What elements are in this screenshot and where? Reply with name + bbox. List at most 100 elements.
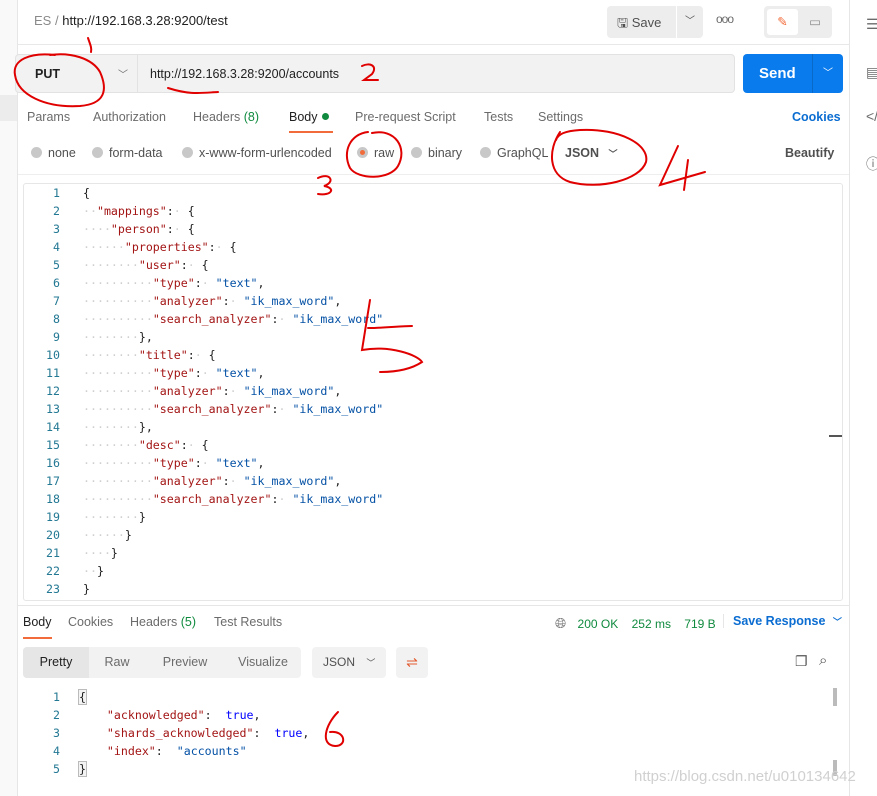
line-number: 13: [46, 402, 60, 416]
radio-form-data[interactable]: form-data: [92, 146, 163, 160]
search-icon[interactable]: ⌕: [819, 652, 827, 669]
radio-urlencoded[interactable]: x-www-form-urlencoded: [182, 146, 332, 160]
more-options-button[interactable]: ooo: [716, 12, 734, 26]
beautify-link[interactable]: Beautify: [785, 146, 834, 160]
annotation-1-stroke: [87, 37, 93, 53]
globe-icon[interactable]: 🌐︎: [555, 615, 566, 631]
body-format-select[interactable]: JSON ﹀: [565, 146, 618, 160]
save-response-button[interactable]: Save Response ﹀: [723, 614, 842, 628]
response-tab-test-results[interactable]: Test Results: [214, 615, 282, 629]
right-sidebar: ☰ ▤ </ ⓘ: [849, 0, 877, 796]
info-icon[interactable]: ⓘ: [866, 154, 877, 174]
code-line: {: [78, 689, 87, 705]
breadcrumb-separator: /: [54, 13, 59, 28]
edit-pencil-icon[interactable]: ✎: [767, 9, 798, 35]
line-number: 15: [46, 438, 60, 452]
save-dropdown-chevron-icon[interactable]: ﹀: [676, 6, 703, 38]
code-line: {: [83, 186, 90, 200]
line-number: 21: [46, 546, 60, 560]
code-icon[interactable]: </: [866, 108, 877, 124]
response-scrollbar[interactable]: [833, 688, 837, 706]
response-time[interactable]: 252 ms: [632, 617, 671, 631]
line-number: 22: [46, 564, 60, 578]
code-line: ········}: [83, 510, 146, 524]
method-value: PUT: [35, 67, 60, 81]
radio-binary-label: binary: [428, 146, 463, 160]
active-tab-underline: [289, 131, 333, 133]
response-tab-body[interactable]: Body: [23, 615, 52, 629]
cookies-link[interactable]: Cookies: [792, 110, 841, 124]
response-tab-headers[interactable]: Headers (5): [130, 615, 196, 629]
editor-scrollbar[interactable]: [829, 435, 842, 437]
view-raw[interactable]: Raw: [89, 647, 145, 678]
method-select[interactable]: PUT ﹀: [15, 54, 138, 93]
line-number: 1: [53, 186, 60, 200]
code-line: ··"mappings":· {: [83, 204, 195, 218]
code-line: ··········"search_analyzer":· "ik_max_wo…: [83, 312, 384, 326]
tab-body[interactable]: Body: [289, 110, 329, 124]
documentation-icon[interactable]: ☰: [866, 16, 877, 33]
comments-icon[interactable]: ▤: [866, 64, 877, 81]
code-line: "acknowledged": true,: [106, 708, 261, 722]
code-line: ··········"type":· "text",: [83, 276, 265, 290]
tab-body-label: Body: [289, 110, 318, 124]
response-size[interactable]: 719 B: [684, 617, 715, 631]
wrap-lines-icon[interactable]: ⇌: [396, 647, 428, 678]
line-number: 3: [53, 222, 60, 236]
response-tab-headers-label: Headers: [130, 615, 178, 629]
tab-pre-request-script[interactable]: Pre-request Script: [355, 110, 456, 124]
view-preview[interactable]: Preview: [145, 647, 225, 678]
send-dropdown-chevron-icon[interactable]: ﹀: [812, 54, 843, 93]
line-number: 5: [53, 258, 60, 272]
line-number: 7: [53, 294, 60, 308]
response-tab-cookies[interactable]: Cookies: [68, 615, 113, 629]
tab-params[interactable]: Params: [27, 110, 70, 124]
radio-raw[interactable]: raw: [357, 146, 394, 160]
radio-binary[interactable]: binary: [411, 146, 462, 160]
status-code[interactable]: 200 OK: [578, 617, 619, 631]
code-line: ········},: [83, 330, 153, 344]
workspace-name[interactable]: ES: [34, 13, 51, 28]
line-number: 2: [53, 204, 60, 218]
chevron-down-icon: ﹀: [608, 149, 618, 159]
request-name[interactable]: http://192.168.3.28:9200/test: [62, 13, 228, 28]
copy-icon[interactable]: ❐: [795, 653, 808, 670]
save-button[interactable]: 🖫 Save ﹀: [607, 6, 703, 38]
response-view-tabs: Pretty Raw Preview Visualize: [23, 647, 301, 678]
chevron-down-icon: ﹀: [118, 70, 128, 81]
code-line: ······"properties":· {: [83, 240, 237, 254]
url-input[interactable]: http://192.168.3.28:9200/accounts: [138, 54, 735, 93]
view-visualize[interactable]: Visualize: [225, 647, 301, 678]
response-headers-count: (5): [180, 615, 197, 629]
code-line: ····}: [83, 546, 118, 560]
response-format-select[interactable]: JSON ﹀: [312, 647, 386, 678]
line-number: 6: [53, 276, 60, 290]
radio-graphql[interactable]: GraphQL: [480, 146, 548, 160]
radio-none-label: none: [48, 146, 76, 160]
code-line: ··········"analyzer":· "ik_max_word",: [83, 474, 342, 488]
code-line: ······}: [83, 528, 132, 542]
tab-headers[interactable]: Headers (8): [193, 110, 259, 124]
request-body-editor[interactable]: 1 {2 ··"mappings":· {3 ····"person":· {4 ···…: [23, 183, 843, 601]
line-number: 8: [53, 312, 60, 326]
view-pretty[interactable]: Pretty: [23, 647, 89, 678]
sidebar-selected-item[interactable]: [0, 95, 17, 121]
comment-icon[interactable]: ▭: [801, 9, 829, 35]
mode-switch[interactable]: ✎ ▭: [764, 6, 832, 38]
tab-tests[interactable]: Tests: [484, 110, 513, 124]
response-format-value: JSON: [323, 655, 356, 669]
divider: [18, 605, 849, 606]
line-number: 20: [46, 528, 60, 542]
save-icon: 🖫: [617, 15, 629, 30]
tab-settings[interactable]: Settings: [538, 110, 583, 124]
code-line: ··········"analyzer":· "ik_max_word",: [83, 384, 342, 398]
radio-raw-label: raw: [374, 146, 395, 160]
send-label: Send: [759, 65, 796, 82]
radio-none[interactable]: none: [31, 146, 76, 160]
url-value: http://192.168.3.28:9200/accounts: [150, 67, 340, 81]
line-number: 5: [53, 762, 60, 776]
send-button[interactable]: Send ﹀: [743, 54, 843, 93]
code-line: ··········"search_analyzer":· "ik_max_wo…: [83, 492, 384, 506]
tab-authorization[interactable]: Authorization: [93, 110, 166, 124]
code-line: ····"person":· {: [83, 222, 195, 236]
